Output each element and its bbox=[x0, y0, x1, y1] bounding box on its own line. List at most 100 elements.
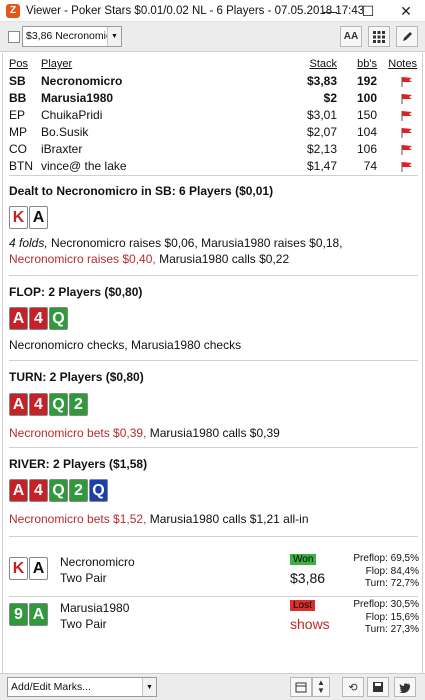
card: K bbox=[9, 206, 28, 229]
refresh-button[interactable]: ⟲ bbox=[342, 677, 364, 697]
card: 4 bbox=[29, 479, 48, 502]
cell-bbs: 100 bbox=[356, 91, 377, 105]
cell-pos: EP bbox=[9, 108, 26, 122]
flop-action: Necronomicro checks, Marusia1980 checks bbox=[9, 338, 242, 352]
table-row[interactable]: SB Necronomicro $3,83 192 bbox=[9, 73, 419, 90]
flag-icon[interactable] bbox=[401, 93, 413, 104]
toolbar: $3,86 Necronomic ▼ AA bbox=[0, 22, 425, 52]
result-amount: $3,86 bbox=[290, 570, 326, 586]
card: Q bbox=[89, 479, 108, 502]
cell-stack: $2,13 bbox=[306, 142, 337, 156]
result-amount: shows bbox=[290, 616, 330, 632]
divider bbox=[9, 536, 418, 537]
header-player[interactable]: Player bbox=[41, 58, 72, 70]
hand-history-panel: Pos Player Stack bb's Notes SB Necronomic… bbox=[2, 53, 423, 673]
turn-title: TURN: 2 Players ($0,80) bbox=[9, 370, 144, 384]
cell-stack: $2,07 bbox=[306, 125, 337, 139]
card: A bbox=[9, 479, 28, 502]
table-row[interactable]: EP ChuikaPridi $3,01 150 bbox=[9, 107, 419, 124]
card: 2 bbox=[69, 393, 88, 416]
calendar-icon bbox=[295, 682, 307, 693]
divider bbox=[9, 175, 418, 176]
bottom-toolbar: Add/Edit Marks... ▼ ▲ ▼ ⟲ bbox=[0, 673, 425, 700]
cell-stack: $3,01 bbox=[306, 108, 337, 122]
maximize-button[interactable]: ☐ bbox=[349, 0, 387, 22]
action-text: Marusia1980 calls $0,39 bbox=[146, 426, 280, 440]
header-pos[interactable]: Pos bbox=[9, 58, 28, 70]
cell-player: Marusia1980 bbox=[41, 91, 114, 105]
card: A bbox=[29, 206, 48, 229]
calendar-button[interactable] bbox=[290, 677, 312, 697]
flag-icon[interactable] bbox=[401, 127, 413, 138]
hand-select[interactable]: $3,86 Necronomic ▼ bbox=[22, 26, 122, 47]
refresh-icon: ⟲ bbox=[348, 681, 358, 694]
stat-line: Turn: 72,7% bbox=[364, 578, 419, 589]
action-text: Necronomicro raises $0,06, Marusia1980 r… bbox=[47, 236, 343, 250]
cell-pos: BB bbox=[9, 91, 27, 105]
up-down-icon: ▲ ▼ bbox=[317, 678, 325, 695]
cell-pos: MP bbox=[9, 125, 27, 139]
result-row: 9 A Marusia1980 Two Pair Lost shows Pref… bbox=[9, 599, 419, 641]
edit-button[interactable] bbox=[396, 26, 418, 47]
flop-cards: A 4 Q bbox=[9, 307, 68, 330]
result-player-name: Necronomicro bbox=[60, 555, 135, 569]
won-badge: Won bbox=[290, 554, 317, 565]
title-bar: Z Viewer - Poker Stars $0.01/0.02 NL - 6… bbox=[0, 0, 425, 22]
flag-icon[interactable] bbox=[401, 76, 413, 87]
action-text: Marusia1980 calls $0,22 bbox=[155, 252, 290, 266]
table-row[interactable]: BB Marusia1980 $2 100 bbox=[9, 90, 419, 107]
result-player-name: Marusia1980 bbox=[60, 601, 130, 615]
result-cards: 9 A bbox=[9, 603, 48, 626]
table-row[interactable]: BTN vince@ the lake $1,47 74 bbox=[9, 158, 419, 175]
marks-select[interactable]: Add/Edit Marks... ▼ bbox=[7, 677, 157, 697]
divider bbox=[9, 596, 418, 597]
cell-pos: CO bbox=[9, 142, 27, 156]
card: A bbox=[9, 393, 28, 416]
players-table: Pos Player Stack bb's Notes SB Necronomic… bbox=[9, 56, 419, 175]
table-row[interactable]: CO iBraxter $2,13 106 bbox=[9, 141, 419, 158]
stat-line: Preflop: 69,5% bbox=[353, 553, 419, 564]
card: Q bbox=[49, 393, 68, 416]
action-text: Marusia1980 calls $1,21 all-in bbox=[146, 512, 309, 526]
lost-badge: Lost bbox=[290, 600, 315, 611]
flop-title: FLOP: 2 Players ($0,80) bbox=[9, 285, 143, 299]
select-checkbox[interactable] bbox=[8, 31, 20, 43]
cell-stack: $2 bbox=[323, 91, 337, 105]
font-size-button[interactable]: AA bbox=[340, 26, 362, 47]
minimize-button[interactable]: — bbox=[311, 0, 349, 22]
grid-button[interactable] bbox=[368, 26, 390, 47]
cell-player: Bo.Susik bbox=[41, 125, 89, 139]
card: Q bbox=[49, 479, 68, 502]
header-notes[interactable]: Notes bbox=[388, 58, 417, 70]
result-hand: Two Pair bbox=[60, 571, 107, 585]
close-button[interactable]: ✕ bbox=[387, 0, 425, 22]
spinner-button[interactable]: ▲ ▼ bbox=[312, 677, 330, 697]
save-button[interactable] bbox=[367, 677, 389, 697]
divider bbox=[9, 275, 418, 276]
card: 2 bbox=[69, 479, 88, 502]
action-highlight: Necronomicro raises $0,40, bbox=[9, 252, 156, 266]
app-icon: Z bbox=[6, 3, 20, 18]
flag-icon[interactable] bbox=[401, 161, 413, 172]
cell-player: iBraxter bbox=[41, 142, 83, 156]
font-size-label: AA bbox=[343, 31, 359, 42]
header-stack[interactable]: Stack bbox=[309, 58, 337, 70]
table-row[interactable]: MP Bo.Susik $2,07 104 bbox=[9, 124, 419, 141]
hole-cards: K A bbox=[9, 206, 48, 229]
window-controls: — ☐ ✕ bbox=[311, 0, 425, 22]
preflop-action: 4 folds, Necronomicro raises $0,06, Maru… bbox=[9, 235, 414, 267]
twitter-button[interactable] bbox=[394, 677, 416, 697]
equity-stats: Preflop: 69,5% Flop: 84,4% Turn: 72,7% bbox=[353, 553, 419, 591]
flag-icon[interactable] bbox=[401, 144, 413, 155]
action-folds: 4 folds, bbox=[9, 236, 48, 250]
cell-bbs: 106 bbox=[356, 142, 377, 156]
cell-bbs: 104 bbox=[356, 125, 377, 139]
pencil-icon bbox=[402, 32, 412, 41]
result-cards: K A bbox=[9, 557, 48, 580]
action-highlight: Necronomicro bets $0,39, bbox=[9, 426, 147, 440]
header-bbs[interactable]: bb's bbox=[357, 58, 377, 70]
card: 9 bbox=[9, 603, 28, 626]
grid-icon bbox=[373, 30, 385, 43]
cell-bbs: 74 bbox=[363, 159, 377, 173]
flag-icon[interactable] bbox=[401, 110, 413, 121]
